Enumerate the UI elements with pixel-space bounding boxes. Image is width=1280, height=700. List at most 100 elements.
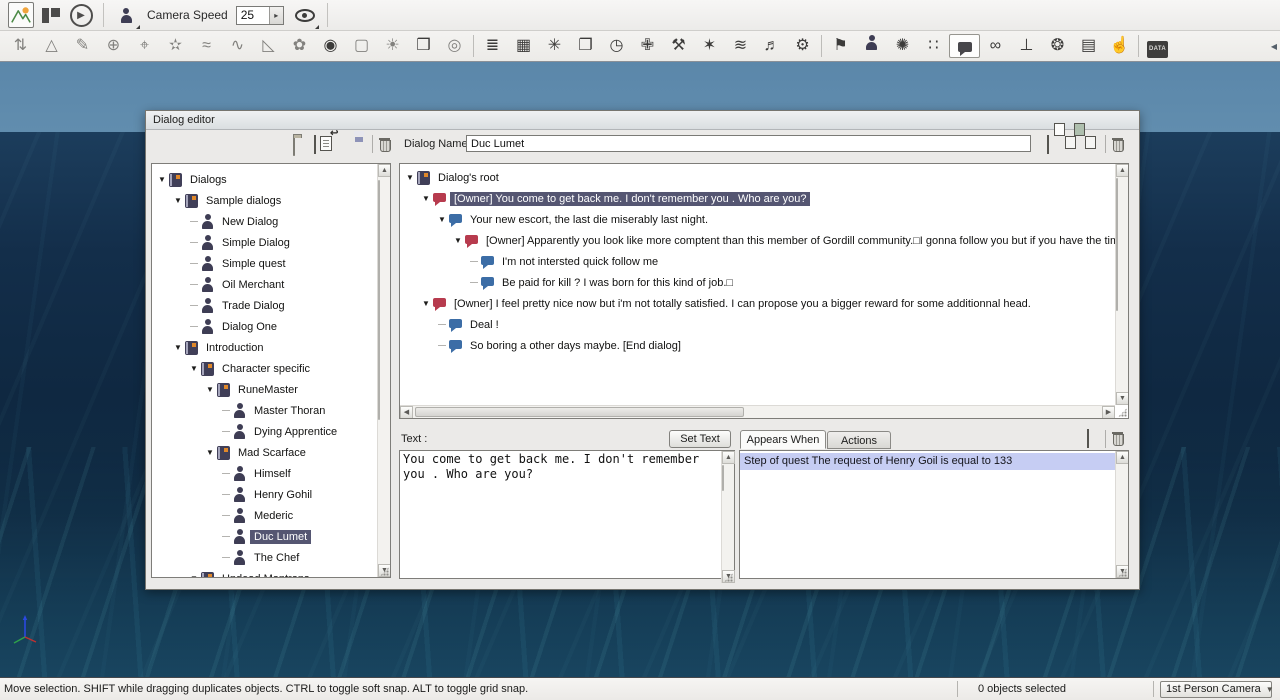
expand-arrow-icon[interactable]: ▼	[454, 236, 465, 245]
play-button[interactable]: ▶	[68, 2, 94, 28]
expand-arrow-icon[interactable]: ▼	[422, 299, 433, 308]
dialog-node-label[interactable]: I'm not intersted quick follow me	[498, 255, 662, 269]
tree-node-label[interactable]: Henry Gohil	[250, 488, 316, 502]
expand-arrow-icon[interactable]: ▼	[190, 364, 201, 373]
tree-node-item[interactable]: Dying Apprentice	[152, 421, 377, 442]
tree-node-item[interactable]: The Chef	[152, 547, 377, 568]
dialog-node-item[interactable]: ▼Dialog's root	[400, 167, 1115, 188]
selection-box-icon[interactable]: ▢	[346, 34, 377, 58]
dialog-node-item[interactable]: So boring a other days maybe. [End dialo…	[400, 335, 1115, 356]
expand-arrow-icon[interactable]: ▼	[158, 175, 169, 184]
tree-node-item[interactable]: Simple Dialog	[152, 232, 377, 253]
gears-icon[interactable]: ⚙	[787, 34, 818, 58]
wand-icon[interactable]: ✶	[694, 34, 725, 58]
scene-view-button[interactable]	[8, 2, 34, 28]
dialog-node-item[interactable]: I'm not intersted quick follow me	[400, 251, 1115, 272]
new-node-icon[interactable]	[1047, 135, 1049, 154]
dialog-node-item[interactable]: ▼[Owner] I feel pretty nice now but i'm …	[400, 293, 1115, 314]
move-gizmo-icon[interactable]: ⇅	[5, 34, 36, 58]
asterisk-wheel-icon[interactable]: ✳	[539, 34, 570, 58]
coins-icon[interactable]: ∞	[980, 34, 1011, 58]
tree-node-label[interactable]: RuneMaster	[234, 383, 302, 397]
camera-speed-stepper[interactable]: ▸	[236, 6, 284, 25]
dialog-node-item[interactable]: ▼Your new escort, the last die miserably…	[400, 209, 1115, 230]
dialog-node-label[interactable]: Deal !	[466, 318, 503, 332]
dialog-nodes-hscrollbar[interactable]: ◀ ▶	[400, 405, 1115, 418]
tree-node-item[interactable]: ▼Undead Montrons	[152, 568, 377, 577]
tree-node-item[interactable]: Trade Dialog	[152, 295, 377, 316]
tree-node-label[interactable]: Introduction	[202, 341, 267, 355]
dialog-node-item[interactable]: ▼[Owner] You come to get back me. I don'…	[400, 188, 1115, 209]
thumbs-up-icon[interactable]: ☝	[1104, 34, 1135, 58]
leaf-tool-icon[interactable]: ✿	[284, 34, 315, 58]
tree-node-item[interactable]: Oil Merchant	[152, 274, 377, 295]
particles-icon[interactable]: ∷	[918, 34, 949, 58]
dialog-node-item[interactable]: Deal !	[400, 314, 1115, 335]
tree-node-label[interactable]: Simple Dialog	[218, 236, 294, 250]
expand-arrow-icon[interactable]: ▼	[174, 196, 185, 205]
sliders-icon[interactable]: ≣	[477, 34, 508, 58]
waveform-icon[interactable]: ≋	[725, 34, 756, 58]
tree-node-label[interactable]: Dialogs	[186, 173, 231, 187]
dialog-text-area[interactable]: You come to get back me. I don't remembe…	[399, 450, 735, 579]
speaker-icon[interactable]: ♬	[756, 34, 787, 58]
tree-node-item[interactable]: ▼ Dialogs	[152, 169, 377, 190]
tree-node-item[interactable]: ▼Character specific	[152, 358, 377, 379]
dialog-name-input[interactable]	[466, 135, 1031, 152]
camera-speed-input[interactable]	[237, 7, 269, 24]
tree-node-label[interactable]: Mederic	[250, 509, 297, 523]
star-tool-icon[interactable]: ✫	[160, 34, 191, 58]
road-tool-icon[interactable]: ∿	[222, 34, 253, 58]
tree-node-label[interactable]: Dying Apprentice	[250, 425, 341, 439]
tree-node-label[interactable]: Master Thoran	[250, 404, 329, 418]
terrain-icon[interactable]: △	[36, 34, 67, 58]
set-text-button[interactable]: Set Text	[669, 430, 731, 448]
axe-icon[interactable]: ⚒	[663, 34, 694, 58]
timer-icon[interactable]: ◷	[601, 34, 632, 58]
expand-arrow-icon[interactable]: ▼	[406, 173, 417, 182]
shirt-icon[interactable]: ✙	[632, 34, 663, 58]
anvil-icon[interactable]: ⊥	[1011, 34, 1042, 58]
tree-node-label[interactable]: Trade Dialog	[218, 299, 289, 313]
expand-arrow-icon[interactable]: ▼	[438, 215, 449, 224]
tree-node-item[interactable]: Master Thoran	[152, 400, 377, 421]
tree-node-label[interactable]: Duc Lumet	[250, 530, 311, 544]
dialog-editor-window[interactable]: Dialog editor Dialog Name : ▼Dialogs▼Sam…	[145, 110, 1140, 590]
table-icon[interactable]: ▦	[508, 34, 539, 58]
toolbar-collapse-arrow-icon[interactable]: ◀	[1271, 42, 1277, 51]
tree-node-label[interactable]: Undead Montrons	[218, 572, 313, 578]
dialog-node-label[interactable]: [Owner] Apparently you look like more co…	[482, 234, 1115, 248]
window-title[interactable]: Dialog editor	[146, 111, 1139, 130]
flag-icon[interactable]: ⚑	[825, 34, 856, 58]
tree-node-item[interactable]: ▼Sample dialogs	[152, 190, 377, 211]
tree-node-label[interactable]: Oil Merchant	[218, 278, 288, 292]
tree-node-item[interactable]: Mederic	[152, 505, 377, 526]
data-icon[interactable]: DATA	[1142, 34, 1173, 58]
condition-row[interactable]: Step of quest The request of Henry Goil …	[740, 453, 1115, 470]
brush-icon[interactable]: ✎	[67, 34, 98, 58]
expand-arrow-icon[interactable]: ▼	[422, 194, 433, 203]
tree-node-item[interactable]: Himself	[152, 463, 377, 484]
tree-node-label[interactable]: New Dialog	[218, 215, 282, 229]
badge-icon[interactable]: ❂	[1042, 34, 1073, 58]
avatar-button[interactable]	[113, 2, 139, 28]
dialog-node-label[interactable]: Be paid for kill ? I was born for this k…	[498, 276, 737, 290]
tree-node-item[interactable]: Dialog One	[152, 316, 377, 337]
tree-node-item[interactable]: Henry Gohil	[152, 484, 377, 505]
ramp-tool-icon[interactable]: ◺	[253, 34, 284, 58]
water-tool-icon[interactable]: ≈	[191, 34, 222, 58]
dialogs-tree-scrollbar[interactable]: ▲ ▼	[377, 164, 390, 577]
tab-actions[interactable]: Actions	[827, 431, 891, 449]
add-condition-icon[interactable]	[1087, 429, 1089, 448]
visibility-button[interactable]	[292, 2, 318, 28]
cube-icon[interactable]: ❒	[408, 34, 439, 58]
compass-icon[interactable]: ◉	[315, 34, 346, 58]
tree-node-item[interactable]: New Dialog	[152, 211, 377, 232]
sun-light-icon[interactable]: ☀	[377, 34, 408, 58]
dialog-nodes-vscrollbar[interactable]: ▲ ▼	[1115, 164, 1128, 405]
new-document-icon[interactable]	[314, 135, 316, 154]
tree-node-item[interactable]: ▼Introduction	[152, 337, 377, 358]
tab-appears-when[interactable]: Appears When	[740, 430, 826, 449]
camera-mode-select[interactable]: 1st Person Camera ▼	[1160, 681, 1272, 698]
camera-target-icon[interactable]: ⌖	[129, 34, 160, 58]
